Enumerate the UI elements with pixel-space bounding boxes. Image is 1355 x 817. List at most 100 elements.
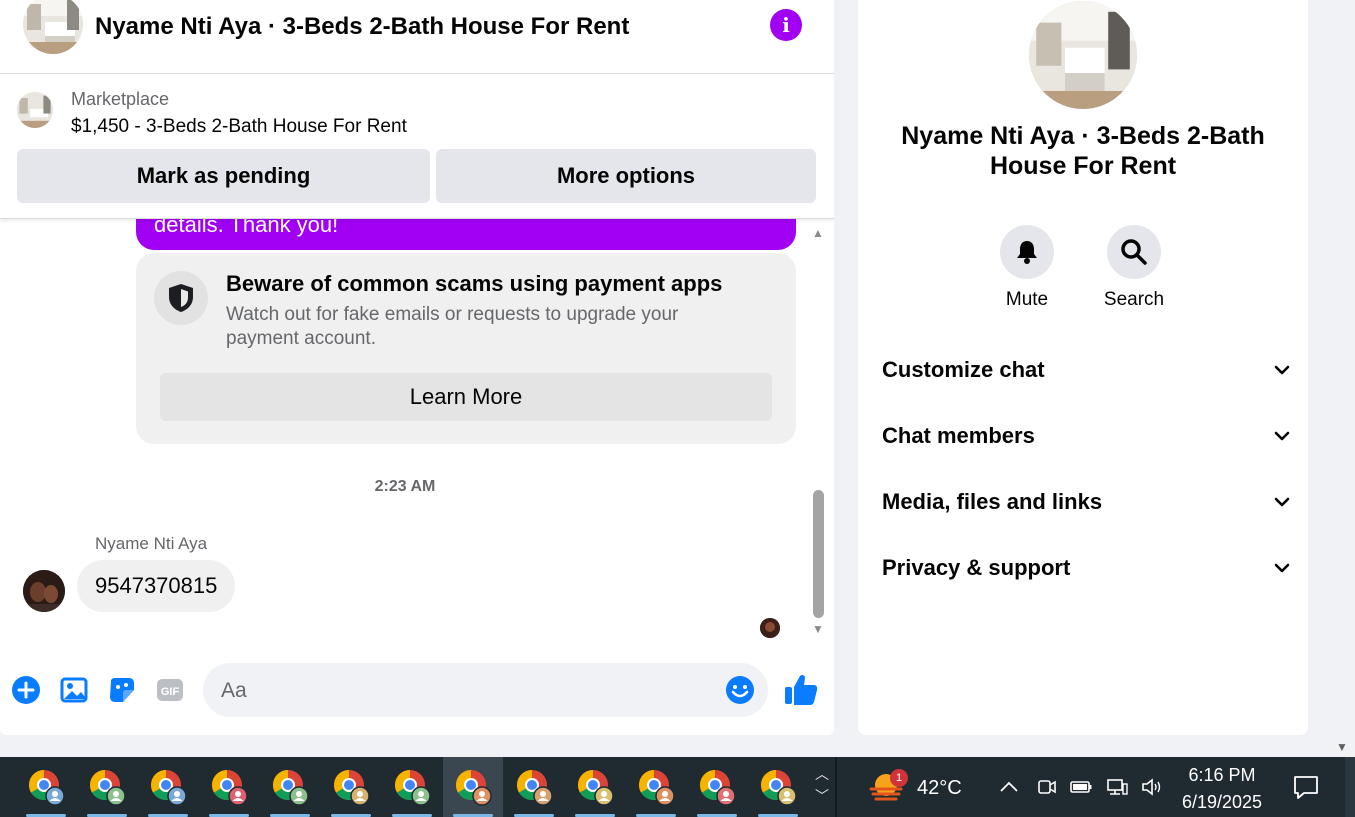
chrome-icon <box>394 770 431 806</box>
message-timestamp: 2:23 AM <box>374 478 436 495</box>
show-hidden-icons-icon[interactable] <box>997 775 1021 799</box>
chrome-icon <box>516 770 553 806</box>
learn-more-button[interactable]: Learn More <box>160 373 772 421</box>
svg-text:GIF: GIF <box>161 686 180 698</box>
listing-label: Marketplace <box>71 89 170 109</box>
screen: Nyame Nti Aya · 3-Beds 2-Bath House For … <box>0 0 1355 817</box>
more-options-button[interactable]: More options <box>436 149 816 203</box>
sticker-icon[interactable] <box>107 675 137 705</box>
section-label: Privacy & support <box>882 555 1071 580</box>
incoming-message-bubble[interactable]: 9547370815 <box>77 560 236 612</box>
chrome-profile-taskbar-button[interactable] <box>16 757 76 817</box>
emoji-icon[interactable] <box>725 675 755 705</box>
scam-warning-card: Beware of common scams using payment app… <box>136 253 796 444</box>
shield-icon <box>154 271 208 325</box>
chrome-icon <box>699 770 736 806</box>
message-input[interactable]: Aa <box>203 663 768 717</box>
scam-warning-title: Beware of common scams using payment app… <box>226 271 723 296</box>
network-icon[interactable] <box>1105 775 1129 799</box>
chevron-down-icon <box>1274 431 1290 441</box>
sender-name: Nyame Nti Aya <box>95 534 208 553</box>
plus-icon[interactable] <box>11 675 41 705</box>
chrome-icon <box>150 770 187 806</box>
gif-icon[interactable]: GIF <box>155 675 185 705</box>
thumbs-up-icon[interactable] <box>783 672 819 708</box>
chat-window: Nyame Nti Aya · 3-Beds 2-Bath House For … <box>0 0 834 735</box>
chrome-profile-taskbar-button[interactable] <box>199 757 259 817</box>
mark-as-pending-button[interactable]: Mark as pending <box>17 149 430 203</box>
chevron-down-icon <box>1274 563 1290 573</box>
mute-action[interactable]: Mute <box>987 225 1067 311</box>
chrome-icon <box>760 770 797 806</box>
notification-center-icon[interactable] <box>1292 773 1320 801</box>
chrome-icon <box>577 770 614 806</box>
chrome-profile-taskbar-button[interactable] <box>504 757 564 817</box>
battery-icon[interactable] <box>1069 775 1093 799</box>
section-media-files-links[interactable]: Media, files and links <box>882 482 1292 522</box>
chrome-profile-taskbar-button[interactable] <box>443 757 503 817</box>
panel-avatar[interactable] <box>1029 1 1137 109</box>
search-icon[interactable] <box>1107 225 1161 279</box>
scam-warning-body: Watch out for fake emails or requests to… <box>226 304 679 349</box>
section-chat-members[interactable]: Chat members <box>882 416 1292 456</box>
chevron-down-icon <box>1274 497 1290 507</box>
conversation-details-panel: Nyame Nti Aya · 3-Beds 2-Bath House For … <box>858 0 1308 735</box>
page-scroll-down-icon[interactable]: ▼ <box>1336 740 1348 754</box>
weather-notification-badge: 1 <box>890 769 908 787</box>
chevron-down-icon[interactable]: ﹀ <box>812 785 832 807</box>
chrome-profile-taskbar-button[interactable] <box>748 757 808 817</box>
temperature-readout[interactable]: 42°C <box>917 777 962 800</box>
photo-icon[interactable] <box>59 675 89 705</box>
info-icon[interactable]: i <box>770 9 802 41</box>
message-scrollbar[interactable]: ▲ ▼ <box>810 222 828 642</box>
chat-header: Nyame Nti Aya · 3-Beds 2-Bath House For … <box>0 0 834 74</box>
chrome-profile-taskbar-button[interactable] <box>565 757 625 817</box>
page-scrollbar-track[interactable] <box>1331 0 1355 757</box>
message-composer: GIF Aa <box>0 660 834 720</box>
chrome-profile-taskbar-button[interactable] <box>382 757 442 817</box>
chrome-profile-taskbar-button[interactable] <box>626 757 686 817</box>
section-label: Chat members <box>882 423 1035 448</box>
read-receipt-avatar <box>760 618 780 638</box>
section-label: Customize chat <box>882 357 1045 382</box>
message-input-placeholder: Aa <box>221 679 247 702</box>
taskbar-divider <box>835 757 837 817</box>
chrome-profile-taskbar-button[interactable] <box>138 757 198 817</box>
chrome-icon <box>272 770 309 806</box>
chrome-profile-taskbar-button[interactable] <box>260 757 320 817</box>
bell-icon[interactable] <box>1000 225 1054 279</box>
section-label: Media, files and links <box>882 489 1103 514</box>
scrollbar-thumb[interactable] <box>813 490 824 618</box>
search-action[interactable]: Search <box>1094 225 1174 311</box>
chrome-icon <box>28 770 65 806</box>
camera-icon[interactable] <box>1034 775 1058 799</box>
chrome-icon <box>211 770 248 806</box>
chrome-profile-taskbar-button[interactable] <box>687 757 747 817</box>
chrome-icon <box>333 770 370 806</box>
taskbar-scroll[interactable]: ︿ ﹀ <box>812 763 832 813</box>
sender-avatar[interactable] <box>23 570 65 612</box>
section-customize-chat[interactable]: Customize chat <box>882 350 1292 390</box>
show-desktop-button[interactable] <box>1345 757 1355 817</box>
chevron-down-icon <box>1274 365 1290 375</box>
scroll-down-arrow-icon[interactable]: ▼ <box>812 622 824 636</box>
search-label: Search <box>1103 289 1165 310</box>
clock-date[interactable]: 6/19/2025 <box>1160 792 1284 813</box>
mute-label: Mute <box>1005 289 1049 310</box>
section-privacy-support[interactable]: Privacy & support <box>882 548 1292 588</box>
clock-time[interactable]: 6:16 PM <box>1160 765 1284 786</box>
scroll-up-arrow-icon[interactable]: ▲ <box>812 226 824 240</box>
chrome-icon <box>89 770 126 806</box>
chrome-profile-taskbar-button[interactable] <box>321 757 381 817</box>
chevron-up-icon[interactable]: ︿ <box>812 763 832 785</box>
listing-price-title[interactable]: $1,450 - 3-Beds 2-Bath House For Rent <box>71 116 407 138</box>
chat-avatar[interactable] <box>23 0 83 54</box>
listing-thumbnail[interactable] <box>17 92 53 128</box>
chat-title[interactable]: Nyame Nti Aya · 3-Beds 2-Bath House For … <box>95 13 629 41</box>
chrome-icon <box>638 770 675 806</box>
marketplace-listing-bar: Marketplace $1,450 - 3-Beds 2-Bath House… <box>0 74 834 219</box>
windows-taskbar: ︿ ﹀ 1 42°C 6:16 PM 6/19/2025 <box>0 757 1355 817</box>
chrome-profile-taskbar-button[interactable] <box>77 757 137 817</box>
chrome-icon <box>455 770 492 806</box>
panel-title: Nyame Nti Aya · 3-Beds 2-Bath House For … <box>901 122 1265 180</box>
